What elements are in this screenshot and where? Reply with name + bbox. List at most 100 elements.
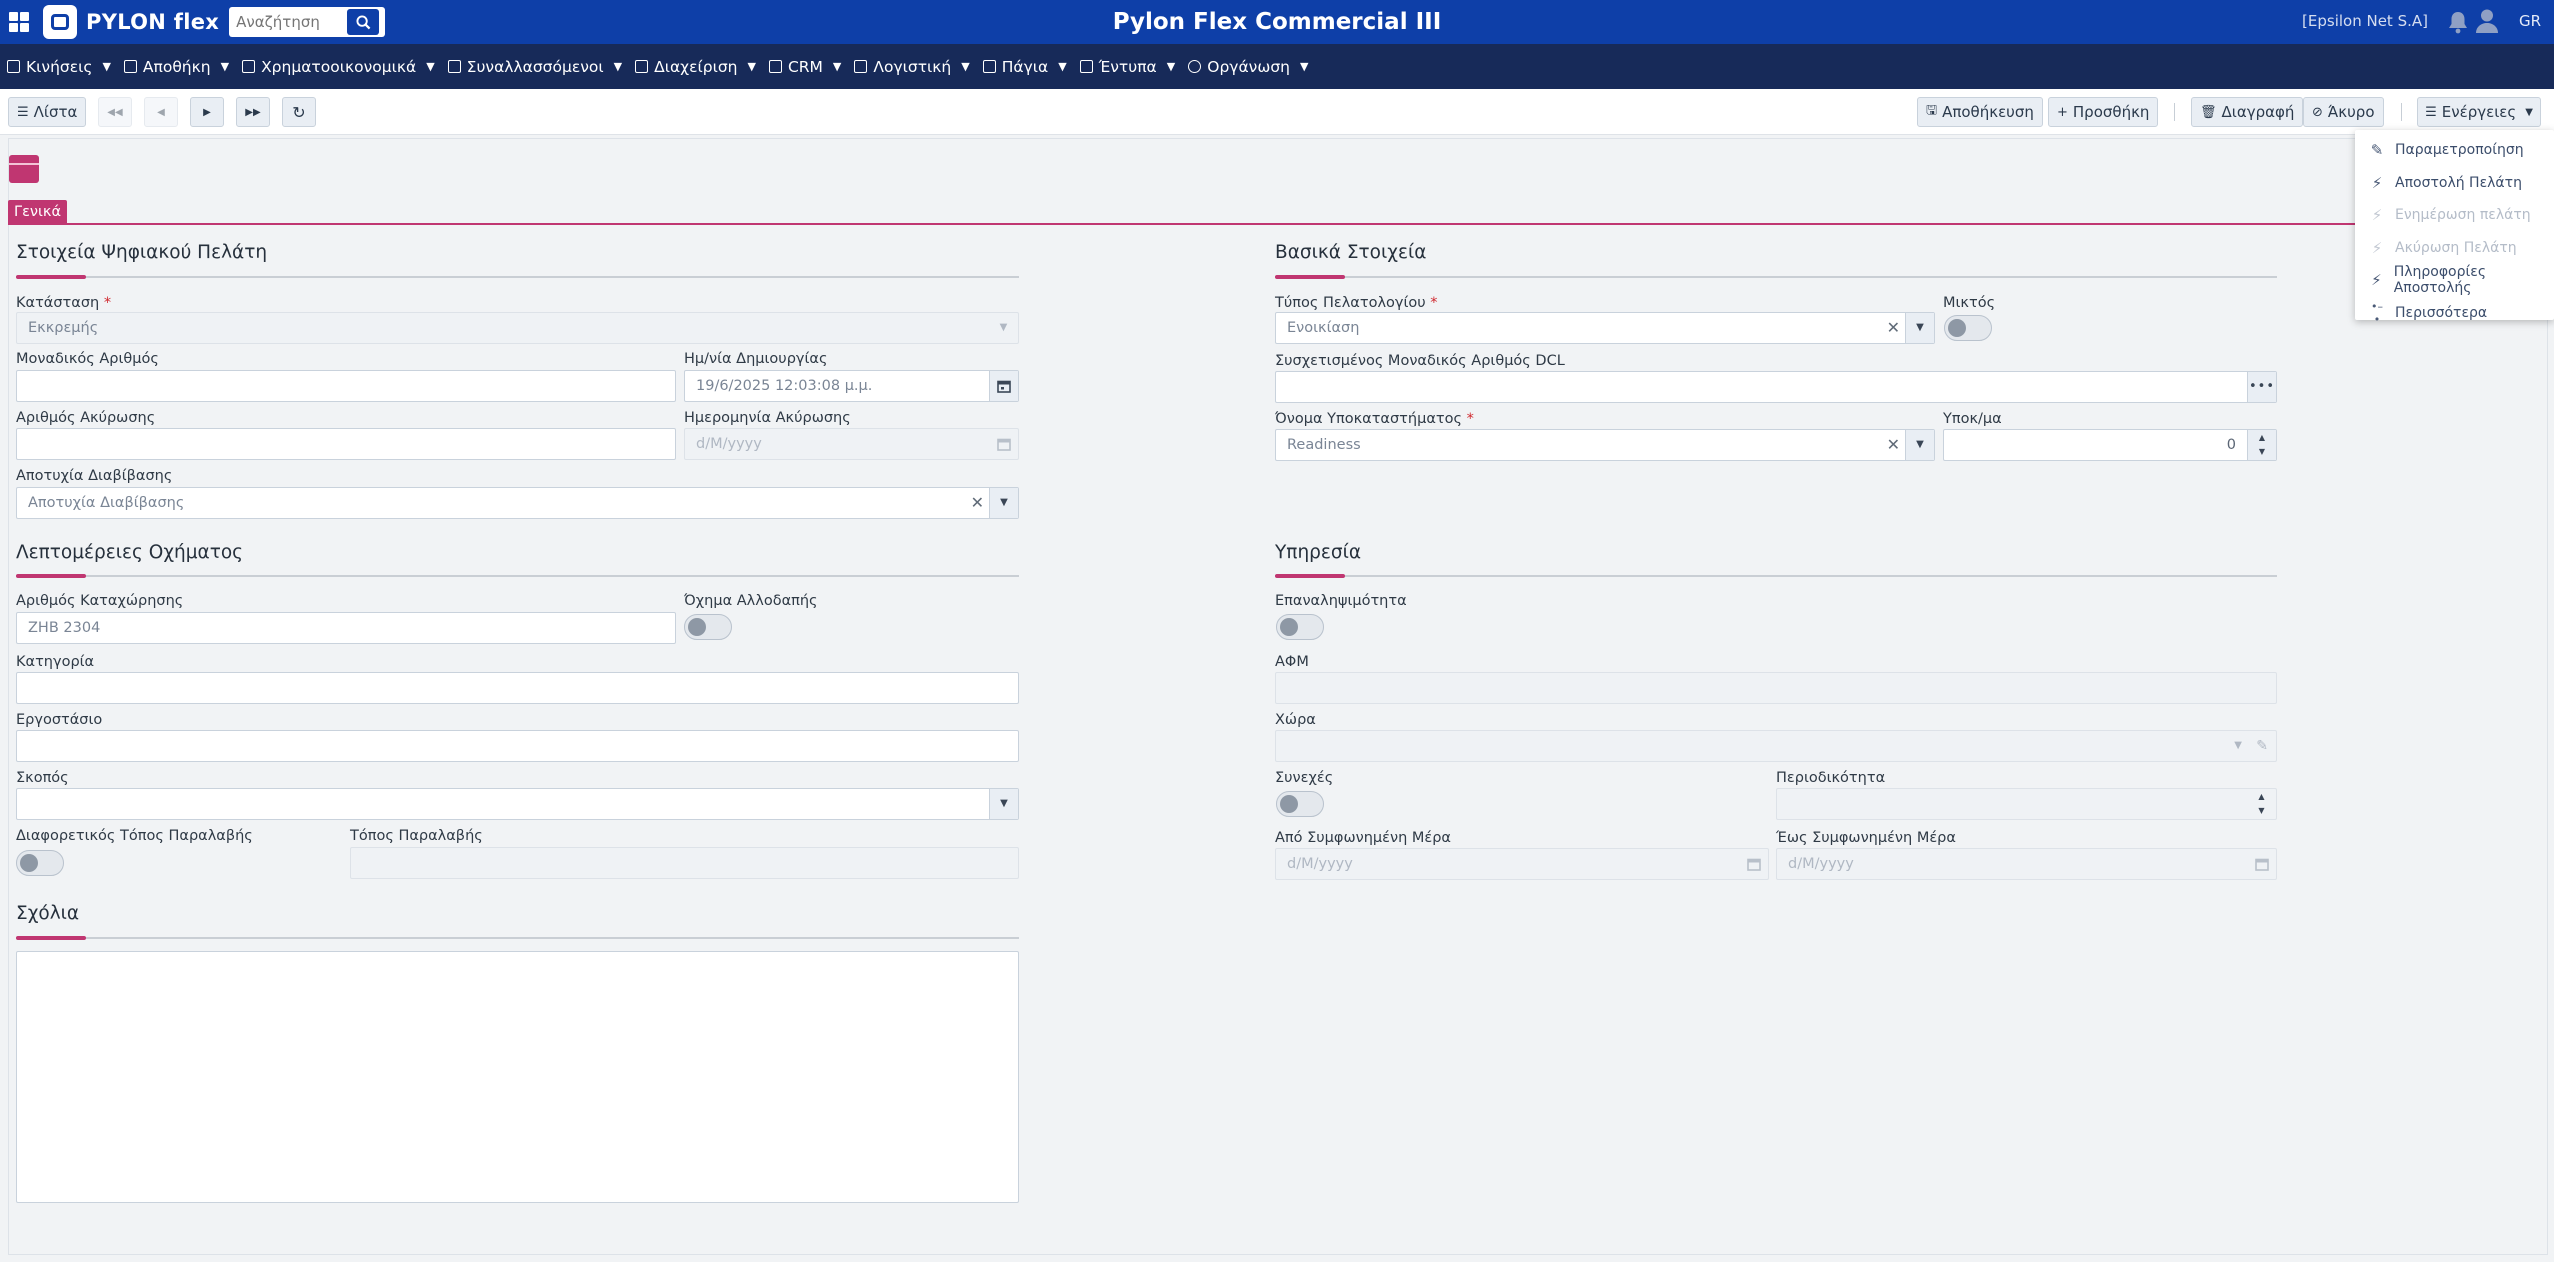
close-icon[interactable]: ✕ bbox=[1887, 430, 1900, 460]
failure-label: Αποτυχία Διαβίβασης bbox=[16, 468, 173, 484]
first-icon: ◀◀ bbox=[107, 106, 123, 118]
refresh-button[interactable]: ↻ bbox=[282, 97, 316, 127]
close-icon[interactable]: ✕ bbox=[971, 488, 984, 518]
accounting-icon bbox=[854, 60, 868, 73]
dcl-input[interactable]: ••• bbox=[1275, 371, 2277, 403]
dots-icon: •–• bbox=[2371, 299, 2383, 326]
apps-grid-icon[interactable] bbox=[9, 12, 29, 32]
foreign-vehicle-label: Όχημα Αλλοδαπής bbox=[684, 593, 818, 609]
menu-finance[interactable]: Χρηματοοικονομικά ▼ bbox=[242, 58, 435, 76]
continuous-label: Συνεχές bbox=[1275, 770, 1334, 786]
cancel-date-input[interactable]: d/M/yyyy bbox=[684, 428, 1019, 460]
cancel-number-input[interactable] bbox=[16, 428, 676, 460]
diff-pickup-toggle[interactable] bbox=[16, 850, 64, 876]
category-input[interactable] bbox=[16, 672, 1019, 704]
stepper-arrows-icon[interactable]: ▲ ▼ bbox=[2247, 430, 2276, 460]
last-record-button[interactable]: ▶▶ bbox=[236, 97, 270, 127]
bolt-icon: ⚡ bbox=[2371, 206, 2383, 225]
close-icon[interactable]: ✕ bbox=[1887, 313, 1900, 343]
management-icon bbox=[635, 60, 649, 73]
chevron-down-icon: ▼ bbox=[220, 60, 230, 73]
chevron-down-icon[interactable]: ▼ bbox=[1905, 313, 1934, 343]
calendar-icon[interactable] bbox=[989, 371, 1018, 401]
action-send-customer[interactable]: ⚡ Αποστολή Πελάτη bbox=[2355, 167, 2554, 200]
logo-icon bbox=[43, 5, 77, 39]
branch-stepper[interactable]: 0 ▲ ▼ bbox=[1943, 429, 2277, 461]
delete-button[interactable]: 🗑 Διαγραφή bbox=[2191, 97, 2304, 127]
user-icon[interactable] bbox=[2475, 8, 2499, 34]
to-day-input[interactable]: d/M/yyyy bbox=[1776, 848, 2277, 880]
pickup-label: Τόπος Παραλαβής bbox=[350, 828, 483, 844]
section-divider bbox=[16, 275, 1019, 279]
list-button[interactable]: ☰ Λίστα bbox=[8, 97, 87, 127]
logo[interactable]: PYLON flex bbox=[43, 5, 219, 39]
bell-icon[interactable] bbox=[2447, 10, 2469, 34]
traders-icon bbox=[447, 60, 461, 73]
cancel-button[interactable]: ⊘ Άκυρο bbox=[2303, 97, 2384, 127]
menu-management[interactable]: Διαχείριση ▼ bbox=[635, 58, 756, 76]
actions-button[interactable]: ☰ Ενέργειες ▼ bbox=[2417, 97, 2541, 127]
previous-record-button[interactable]: ◀ bbox=[144, 97, 178, 127]
country-select[interactable]: ▼ ✎ bbox=[1275, 730, 2277, 762]
menu-apothiki[interactable]: Αποθήκη ▼ bbox=[123, 58, 230, 76]
list-icon: ☰ bbox=[17, 104, 29, 120]
menu-accounting[interactable]: Λογιστική ▼ bbox=[854, 58, 970, 76]
vat-label: ΑΦΜ bbox=[1275, 654, 1309, 670]
save-button[interactable]: 🖫 Αποθήκευση bbox=[1917, 97, 2043, 127]
repeatability-toggle[interactable] bbox=[1276, 614, 1324, 640]
chevron-down-icon[interactable]: ▼ bbox=[989, 488, 1018, 518]
mixed-toggle[interactable] bbox=[1944, 315, 1992, 341]
menu-crm[interactable]: CRM ▼ bbox=[768, 58, 841, 76]
save-icon: 🖫 bbox=[1926, 103, 1938, 118]
comments-textarea[interactable] bbox=[16, 951, 1019, 1203]
bolt-icon: ⚡ bbox=[2371, 173, 2383, 192]
registration-input[interactable]: ZHB 2304 bbox=[16, 612, 676, 644]
chevron-down-icon[interactable]: ▼ bbox=[989, 789, 1018, 819]
tab-general[interactable]: Γενικά bbox=[8, 200, 68, 224]
menu-traders[interactable]: Συναλλασσόμενοι ▼ bbox=[447, 58, 622, 76]
menu-fixed-assets[interactable]: Πάγια ▼ bbox=[982, 58, 1067, 76]
cancel-number-label: Αριθμός Ακύρωσης bbox=[16, 410, 156, 426]
periodicity-stepper[interactable]: ▲ ▼ bbox=[1776, 788, 2277, 820]
add-button[interactable]: + Προσθήκη bbox=[2048, 97, 2159, 127]
bolt-icon: ⚡ bbox=[2371, 238, 2383, 257]
truck-icon bbox=[982, 60, 996, 73]
purpose-select[interactable]: ▼ bbox=[16, 788, 1019, 820]
action-shipping-info[interactable]: ⚡ Πληροφορίες Αποστολής bbox=[2355, 264, 2554, 297]
brand-name: PYLON flex bbox=[86, 10, 220, 34]
language-selector[interactable]: GR bbox=[2519, 12, 2541, 30]
search-input[interactable] bbox=[229, 9, 348, 35]
first-record-button[interactable]: ◀◀ bbox=[98, 97, 132, 127]
more-dots-icon[interactable]: ••• bbox=[2247, 372, 2276, 402]
pickup-input[interactable] bbox=[350, 847, 1019, 879]
menu-forms[interactable]: Έντυπα ▼ bbox=[1079, 58, 1175, 76]
menu-kiniseis[interactable]: Κινήσεις ▼ bbox=[7, 58, 111, 76]
next-record-button[interactable]: ▶ bbox=[190, 97, 224, 127]
status-select[interactable]: Εκκρεμής ▼ bbox=[16, 312, 1019, 344]
gear-icon bbox=[1188, 60, 1202, 73]
continuous-toggle[interactable] bbox=[1276, 791, 1324, 817]
failure-select[interactable]: Αποτυχία Διαβίβασης ✕ ▼ bbox=[16, 487, 1019, 519]
unique-number-input[interactable] bbox=[16, 370, 676, 402]
menu-organization[interactable]: Οργάνωση ▼ bbox=[1188, 58, 1308, 76]
customer-type-select[interactable]: Ενοικίαση ✕ ▼ bbox=[1275, 312, 1935, 344]
chevron-down-icon: ▼ bbox=[1299, 60, 1309, 73]
factory-input[interactable] bbox=[16, 730, 1019, 762]
section-title-vehicle: Λεπτομέρειες Οχήματος bbox=[16, 542, 244, 563]
chevron-down-icon: ▼ bbox=[426, 60, 435, 73]
foreign-vehicle-toggle[interactable] bbox=[684, 614, 732, 640]
movements-icon bbox=[7, 60, 20, 73]
chevron-down-icon[interactable]: ▼ bbox=[1905, 430, 1934, 460]
vat-input[interactable] bbox=[1275, 672, 2277, 704]
bolt-icon: ⚡ bbox=[2371, 271, 2382, 290]
customer-type-label: Τύπος Πελατολογίου * bbox=[1275, 295, 1438, 311]
search-button[interactable] bbox=[347, 9, 380, 35]
branch-name-select[interactable]: Readiness ✕ ▼ bbox=[1275, 429, 1935, 461]
plus-icon: + bbox=[2057, 104, 2068, 120]
action-customize[interactable]: ✎ Παραμετροποίηση bbox=[2355, 134, 2554, 167]
created-date-input[interactable]: 19/6/2025 12:03:08 μ.μ. bbox=[684, 370, 1019, 402]
company-name[interactable]: [Epsilon Net S.A] bbox=[2302, 12, 2428, 30]
from-day-input[interactable]: d/M/yyyy bbox=[1275, 848, 1769, 880]
next-icon: ▶ bbox=[203, 106, 211, 118]
action-more[interactable]: •–• Περισσότερα bbox=[2355, 297, 2554, 330]
